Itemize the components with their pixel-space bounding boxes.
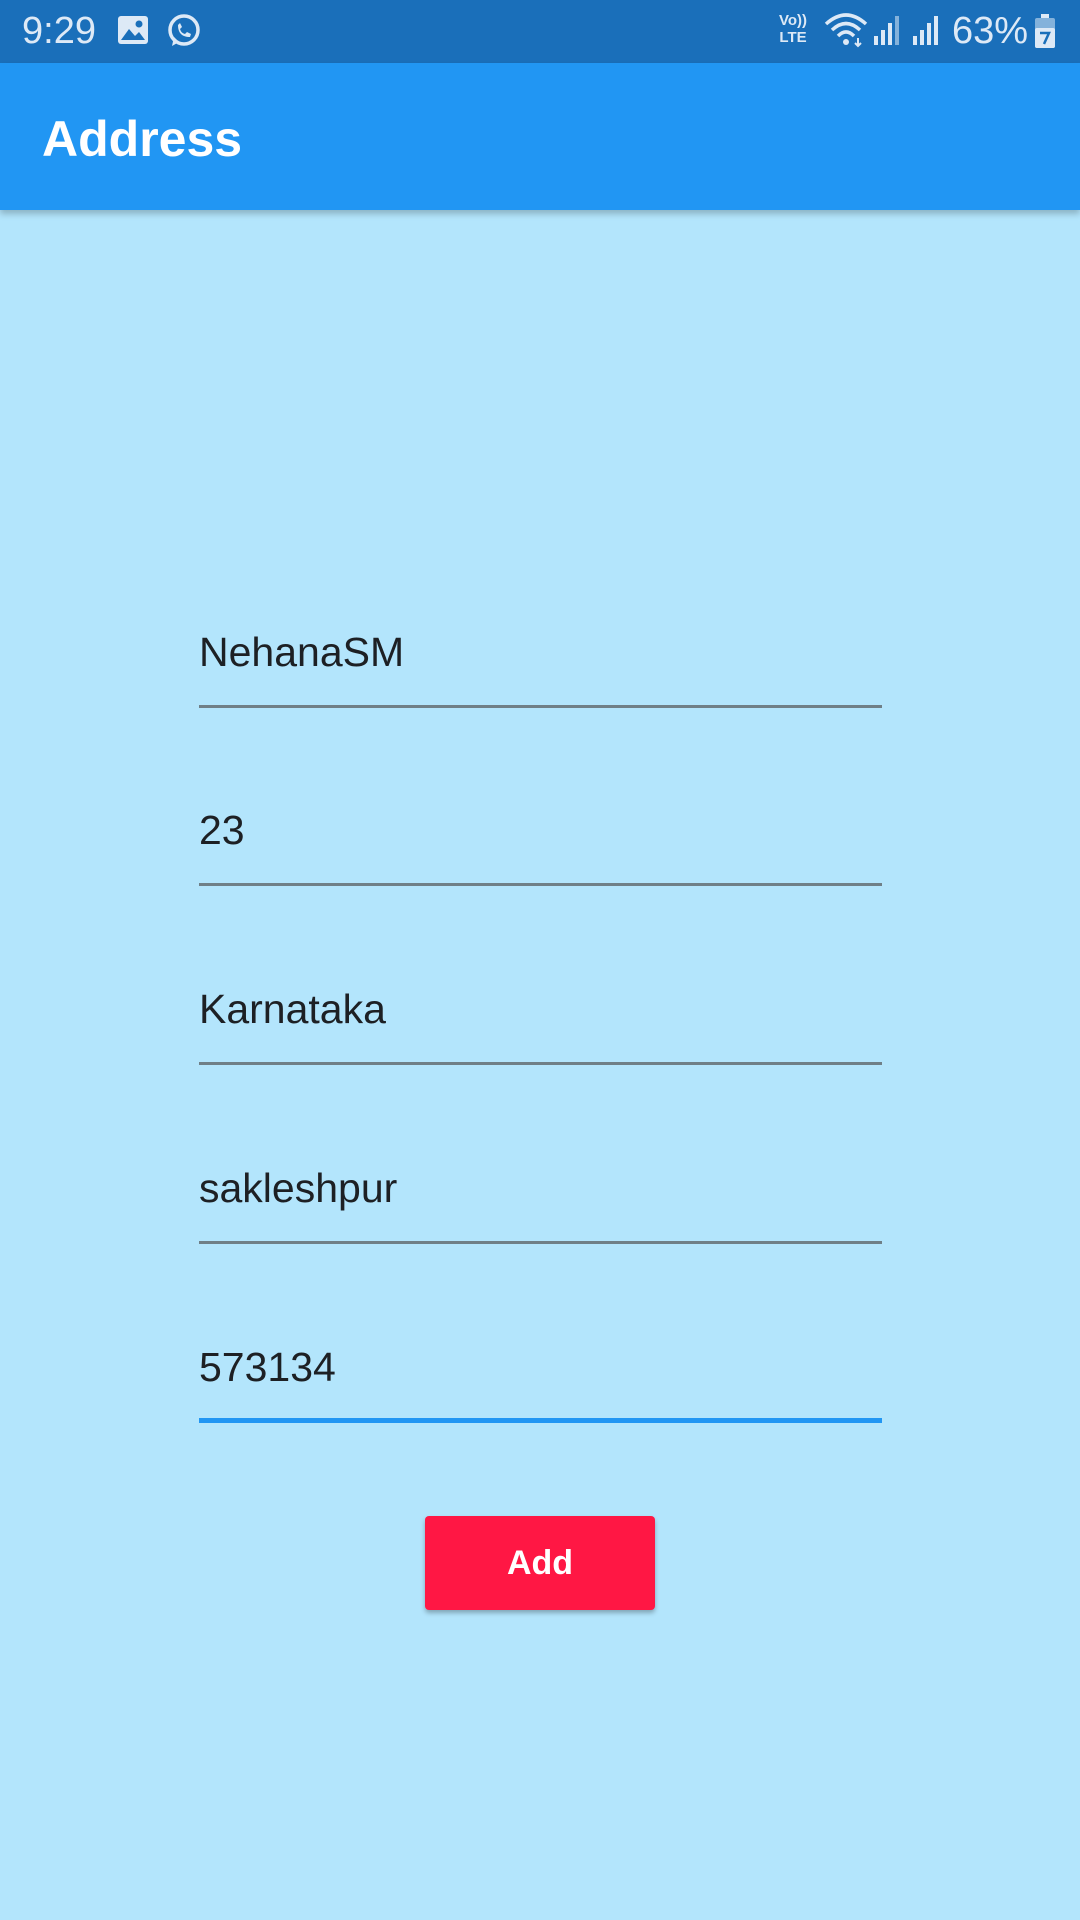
name-field[interactable]: NehanaSM [199, 598, 882, 708]
field-underline-focused [199, 1418, 882, 1423]
name-field-value: NehanaSM [199, 629, 405, 675]
house-number-field-value: 23 [199, 807, 245, 853]
pincode-field[interactable]: 573134 [199, 1313, 882, 1423]
state-field-value: Karnataka [199, 986, 386, 1032]
add-button-label: Add [506, 1543, 574, 1582]
add-button[interactable]: Add [425, 1516, 655, 1610]
status-time: 9:29 [22, 10, 96, 52]
field-underline [199, 883, 882, 886]
status-bar: 9:29 Vo)) LTE 63% [0, 0, 1080, 63]
house-number-field[interactable]: 23 [199, 776, 882, 886]
city-field[interactable]: sakleshpur [199, 1134, 882, 1244]
city-field-value: sakleshpur [199, 1165, 398, 1211]
signal-icon [912, 14, 942, 51]
signal-icon [873, 14, 903, 51]
state-field[interactable]: Karnataka [199, 955, 882, 1065]
battery-icon [1034, 13, 1056, 54]
battery-percent: 63% [951, 10, 1028, 52]
volte-icon: Vo)) LTE [778, 12, 808, 46]
page-title: Address [42, 111, 243, 167]
field-underline [199, 705, 882, 708]
image-icon [117, 15, 149, 50]
app-bar: Address [0, 63, 1080, 210]
wifi-icon [824, 12, 868, 53]
field-underline [199, 1062, 882, 1065]
pincode-field-value: 573134 [199, 1344, 336, 1390]
field-underline [199, 1241, 882, 1244]
address-screen: 9:29 Vo)) LTE 63% Address NehanaSM 23 Ka… [0, 0, 1080, 1920]
whatsapp-icon [166, 13, 202, 54]
